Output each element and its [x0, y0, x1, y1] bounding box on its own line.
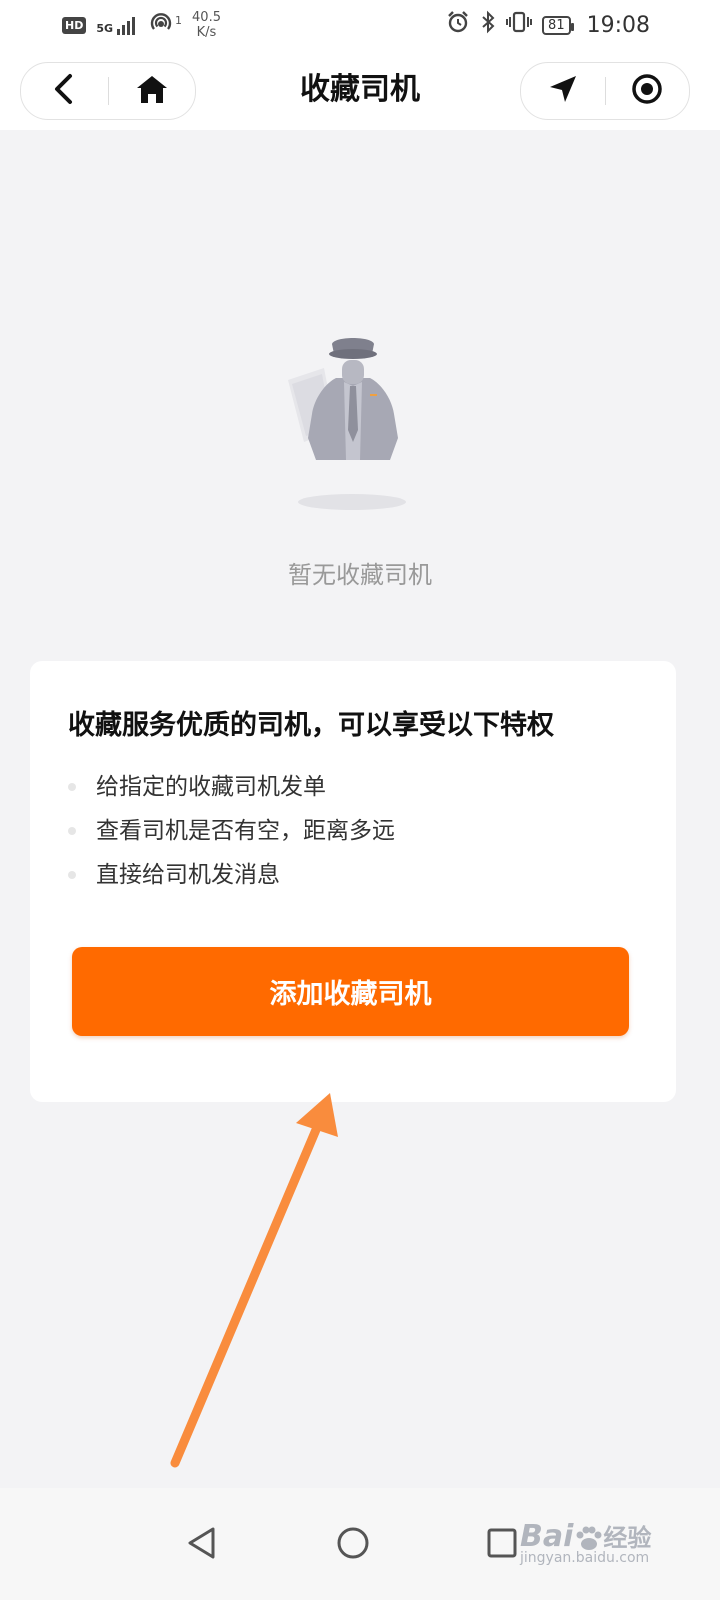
speed-unit: K/s [196, 25, 217, 40]
network-type: 5G [96, 22, 114, 35]
benefit-item: 查看司机是否有空，距离多远 [68, 809, 395, 853]
benefit-item: 给指定的收藏司机发单 [68, 765, 395, 809]
back-button[interactable] [21, 63, 108, 119]
nav-capsule [20, 62, 196, 120]
status-right: 81 19:08 [446, 10, 650, 40]
sim-index: 1 [175, 13, 183, 27]
close-miniapp-button[interactable] [606, 63, 690, 119]
system-nav-bar [0, 1488, 720, 1600]
clock: 19:08 [586, 12, 650, 38]
network-speed: 40.5 K/s [192, 10, 221, 40]
card-title: 收藏服务优质的司机，可以享受以下特权 [68, 710, 554, 741]
location-button[interactable] [521, 63, 605, 119]
annotation-arrow-icon [170, 1093, 338, 1468]
bullet-dot [68, 871, 76, 879]
nav-home-button[interactable] [318, 1510, 388, 1580]
target-icon [630, 72, 664, 110]
signal-icon: 5G [96, 15, 139, 35]
benefit-text: 给指定的收藏司机发单 [96, 774, 326, 800]
status-bar: HD 5G 1 40.5 K/s 81 19:08 [0, 0, 720, 50]
empty-message: 暂无收藏司机 [288, 561, 432, 589]
home-circle-icon [335, 1525, 371, 1565]
menu-capsule [520, 62, 690, 120]
title-bar [0, 50, 720, 130]
speed-value: 40.5 [192, 10, 221, 25]
benefit-list: 给指定的收藏司机发单 查看司机是否有空，距离多远 直接给司机发消息 [68, 765, 395, 897]
driver-icon [284, 330, 414, 520]
home-icon [135, 74, 169, 108]
benefit-text: 查看司机是否有空，距离多远 [96, 818, 395, 844]
benefits-card: 收藏服务优质的司机，可以享受以下特权 给指定的收藏司机发单 查看司机是否有空，距… [30, 661, 676, 1102]
back-icon [51, 73, 77, 109]
vibrate-icon [506, 10, 533, 40]
location-arrow-icon [547, 73, 579, 109]
back-triangle-icon [185, 1525, 219, 1565]
home-button[interactable] [109, 63, 196, 119]
bullet-dot [68, 783, 76, 791]
bluetooth-icon [480, 10, 496, 40]
benefit-text: 直接给司机发消息 [96, 862, 280, 888]
alarm-icon [446, 10, 470, 40]
hotspot-icon [149, 11, 173, 39]
bullet-dot [68, 827, 76, 835]
add-favorite-driver-button[interactable]: 添加收藏司机 [72, 947, 629, 1036]
nav-recent-button[interactable] [467, 1510, 537, 1580]
benefit-item: 直接给司机发消息 [68, 853, 395, 897]
hd-badge: HD [62, 16, 87, 34]
status-left: HD 5G 1 40.5 K/s [62, 10, 221, 40]
battery-indicator: 81 [542, 15, 574, 35]
recent-square-icon [485, 1526, 519, 1564]
nav-back-button[interactable] [167, 1510, 237, 1580]
